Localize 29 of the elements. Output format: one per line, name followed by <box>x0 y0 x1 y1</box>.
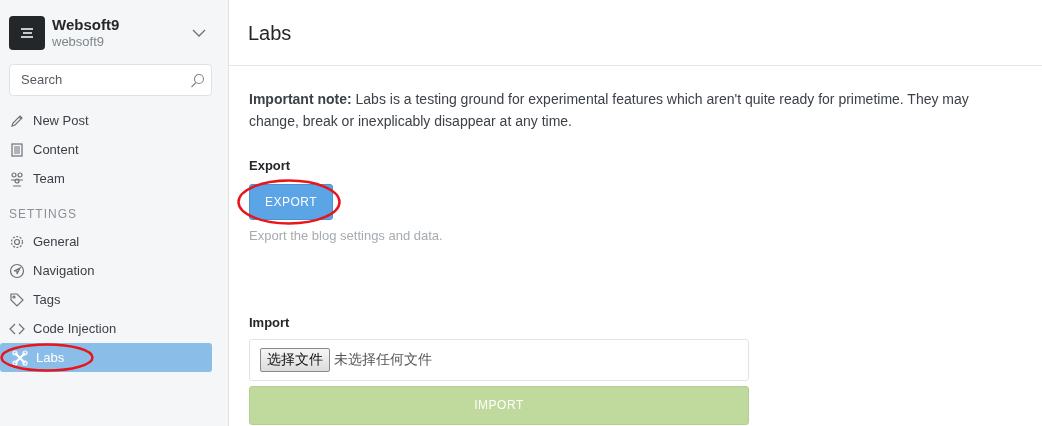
gear-icon <box>9 233 25 250</box>
crossed-tools-icon <box>12 349 28 366</box>
search-field[interactable]: Search <box>9 64 212 96</box>
sidebar-item[interactable]: Team <box>0 164 212 193</box>
sidebar-item[interactable]: Navigation <box>0 256 212 285</box>
compass-icon <box>9 262 25 279</box>
blog-title: Websoft9 <box>52 16 121 34</box>
blog-logo-icon <box>9 16 45 50</box>
people-icon <box>9 170 25 187</box>
section-label: Import <box>249 314 291 332</box>
page-title: Labs <box>248 20 292 45</box>
section-label: Export <box>249 157 292 175</box>
document-icon <box>9 141 25 158</box>
help-text: Export the blog settings and data. <box>249 226 444 245</box>
blog-subtitle: websoft9 <box>52 34 106 50</box>
sidebar-item[interactable]: Tags <box>0 285 212 314</box>
sidebar-item[interactable]: Code Injection <box>0 314 212 343</box>
file-status-text: 未选择任何文件 <box>334 350 432 369</box>
search-icon <box>190 72 205 88</box>
sidebar-item[interactable]: New Post <box>0 106 212 135</box>
sidebar-item[interactable]: Content <box>0 135 212 164</box>
note-text: Important note: Labs is a testing ground for experimental features which aren't quite ready for primetime. They may change, break or inexplicably disappear at any time. <box>249 90 970 131</box>
section-heading: SETTINGS <box>9 206 78 223</box>
search-input[interactable]: Search <box>19 69 190 91</box>
tag-icon <box>9 291 25 308</box>
choose-file-button[interactable]: 选择文件 <box>260 347 330 372</box>
chevron-down-icon[interactable] <box>192 29 206 37</box>
file-upload-field[interactable]: 选择文件 未选择任何文件 <box>249 338 749 381</box>
sidebar-item[interactable]: General <box>0 227 212 256</box>
